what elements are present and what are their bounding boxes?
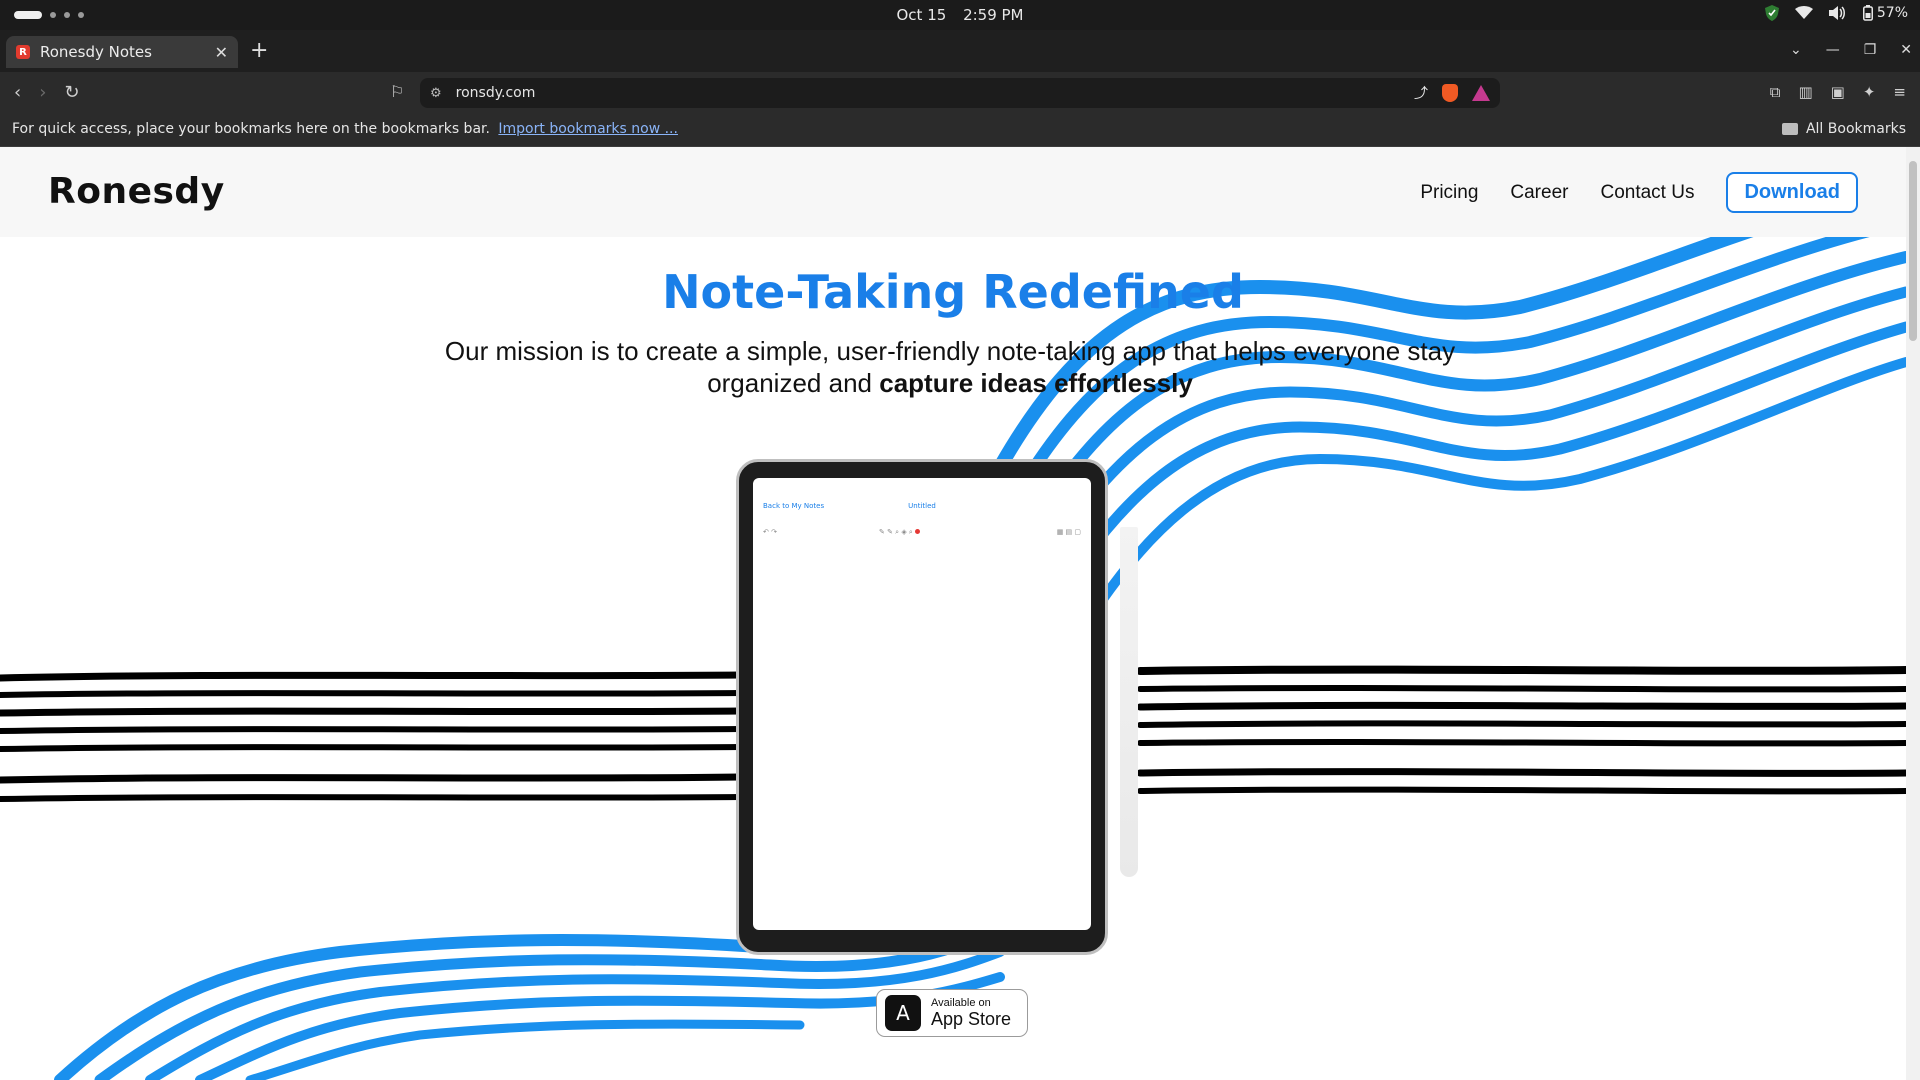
brave-rewards-icon[interactable] — [1472, 85, 1490, 101]
tablet-mockup: Back to My Notes Untitled ↶ ↷ ✎ ✎ ⌕ ◈ ⌕ … — [736, 459, 1108, 955]
redo-icon: ↷ — [771, 528, 777, 536]
app-store-icon: A — [885, 995, 921, 1031]
scrollbar-thumb[interactable] — [1909, 161, 1917, 341]
nav-career-link[interactable]: Career — [1510, 182, 1568, 204]
browser-tab-strip: R Ronesdy Notes ✕ + ⌄ — ❐ ✕ — [0, 30, 1920, 72]
nav-pricing-link[interactable]: Pricing — [1420, 182, 1478, 204]
menu-icon[interactable]: ≡ — [1893, 83, 1906, 101]
volume-icon — [1828, 6, 1847, 20]
wallet-icon[interactable]: ▣ — [1831, 83, 1845, 101]
wifi-icon — [1794, 6, 1813, 20]
hero-title: Note-Taking Redefined — [662, 265, 1244, 319]
import-bookmarks-link[interactable]: Import bookmarks now ... — [498, 121, 678, 137]
appstore-big-text: App Store — [931, 1009, 1012, 1029]
forward-button[interactable]: › — [39, 82, 46, 103]
web-page: Ronesdy Pricing Career Contact Us Downlo… — [0, 147, 1906, 1080]
hero-subtitle-bold: capture ideas effortlessly — [879, 368, 1193, 398]
reload-button[interactable]: ↻ — [64, 82, 79, 103]
view-tools-icons: ▦ ▤ ▢ — [1056, 528, 1081, 536]
close-tab-icon[interactable]: ✕ — [215, 43, 228, 62]
tab-ronesdy-notes[interactable]: R Ronesdy Notes ✕ — [6, 36, 238, 68]
minimize-button[interactable]: — — [1826, 42, 1840, 58]
site-header: Ronesdy Pricing Career Contact Us Downlo… — [0, 147, 1906, 237]
record-dot-icon — [915, 529, 921, 534]
date-label: Oct 15 — [896, 6, 947, 24]
stylus-pencil — [1120, 527, 1138, 877]
appstore-small-text: Available on — [931, 997, 991, 1009]
sidebar-icon[interactable]: ▥ — [1798, 83, 1812, 101]
bookmark-icon[interactable]: ⚐ — [390, 82, 404, 101]
pen-tools-icons: ✎ ✎ ⌕ ◈ ⌕ — [879, 528, 921, 537]
share-icon[interactable]: ⤴ — [1414, 83, 1428, 103]
drawing-toolbar: ↶ ↷ ✎ ✎ ⌕ ◈ ⌕ ▦ ▤ ▢ — [763, 528, 1081, 538]
extensions-icon[interactable]: ⧉ — [1770, 83, 1781, 101]
os-top-bar: Oct 15 2:59 PM 57% — [0, 0, 1920, 30]
note-title: Untitled — [908, 502, 936, 510]
site-logo[interactable]: Ronesdy — [48, 171, 225, 212]
tab-title: Ronesdy Notes — [40, 43, 152, 61]
tablet-status-bar — [759, 482, 1085, 488]
back-button[interactable]: ‹ — [14, 82, 21, 103]
tab-list-chevron-down-icon[interactable]: ⌄ — [1790, 42, 1802, 58]
nav-contact-link[interactable]: Contact Us — [1600, 182, 1694, 204]
close-window-button[interactable]: ✕ — [1900, 42, 1912, 58]
site-favicon-icon: R — [16, 45, 30, 59]
bookmarks-bar: For quick access, place your bookmarks h… — [0, 112, 1920, 147]
url-text[interactable]: ronsdy.com — [456, 85, 1414, 101]
app-store-badge[interactable]: A Available on App Store — [876, 989, 1028, 1037]
new-tab-button[interactable]: + — [250, 40, 268, 62]
hero-subtitle: Our mission is to create a simple, user-… — [400, 335, 1500, 399]
browser-toolbar: ‹ › ↻ ⚐ ⚙ ronsdy.com ⤴ ⧉ ▥ ▣ ✦ ≡ — [0, 72, 1920, 112]
battery-percent: 57% — [1876, 5, 1908, 21]
main-nav: Pricing Career Contact Us Download — [1420, 172, 1858, 213]
download-button[interactable]: Download — [1726, 172, 1858, 213]
brave-shields-icon[interactable] — [1442, 84, 1458, 102]
undo-icon: ↶ — [763, 528, 769, 536]
time-label: 2:59 PM — [963, 6, 1024, 24]
all-bookmarks-label: All Bookmarks — [1805, 121, 1906, 137]
folder-icon — [1781, 123, 1798, 135]
tablet-screen: Back to My Notes Untitled ↶ ↷ ✎ ✎ ⌕ ◈ ⌕ … — [753, 478, 1091, 930]
system-tray[interactable]: 57% — [1764, 5, 1908, 21]
leo-ai-icon[interactable]: ✦ — [1863, 83, 1876, 101]
shield-icon — [1764, 5, 1779, 21]
system-clock[interactable]: Oct 15 2:59 PM — [0, 6, 1920, 24]
all-bookmarks-button[interactable]: All Bookmarks — [1781, 121, 1906, 137]
restore-button[interactable]: ❐ — [1864, 42, 1877, 58]
address-bar[interactable]: ⚙ ronsdy.com ⤴ — [420, 78, 1500, 108]
site-settings-icon[interactable]: ⚙ — [430, 86, 442, 101]
bookmarks-hint: For quick access, place your bookmarks h… — [12, 121, 490, 137]
battery-icon — [1862, 5, 1873, 21]
page-scrollbar[interactable] — [1906, 147, 1920, 1080]
